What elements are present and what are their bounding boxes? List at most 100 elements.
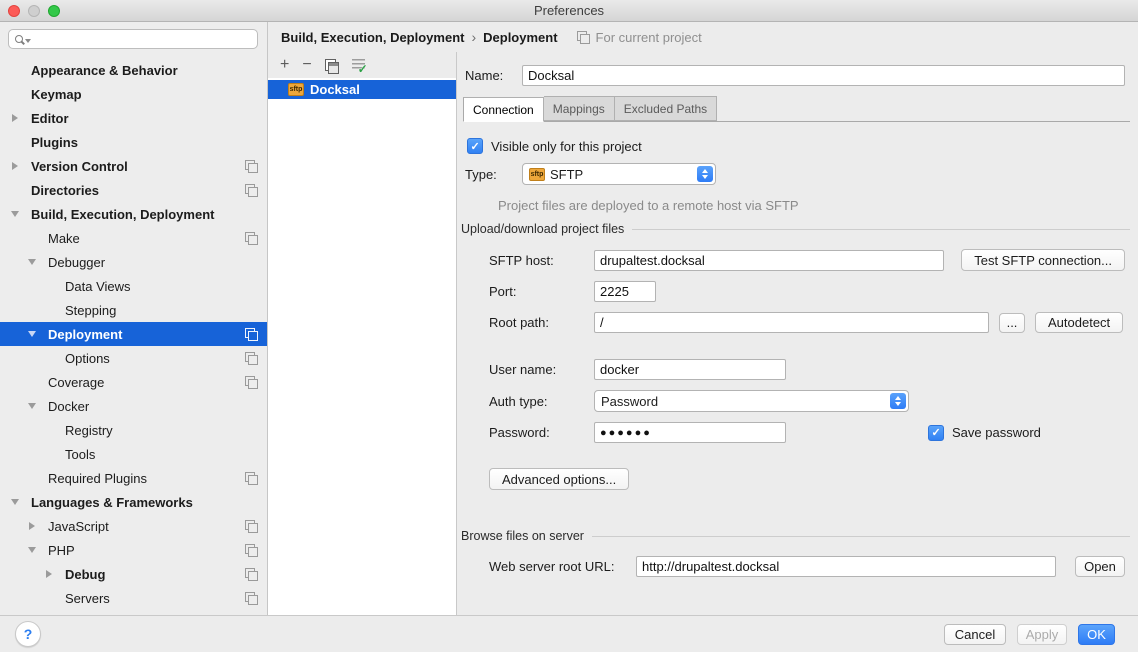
copy-server-button[interactable] bbox=[325, 59, 338, 72]
sidebar-item-stepping[interactable]: Stepping bbox=[0, 298, 267, 322]
tab-excluded-paths[interactable]: Excluded Paths bbox=[615, 96, 717, 121]
name-label: Name: bbox=[465, 68, 522, 83]
sidebar-item-label: Registry bbox=[65, 423, 113, 438]
chevron-down-icon[interactable] bbox=[27, 547, 48, 553]
sidebar-item-keymap[interactable]: Keymap bbox=[0, 82, 267, 106]
section-divider bbox=[592, 536, 1130, 537]
sidebar-item-javascript[interactable]: JavaScript bbox=[0, 514, 267, 538]
save-password-checkbox[interactable] bbox=[928, 425, 944, 441]
add-server-button[interactable]: + bbox=[280, 58, 289, 72]
per-project-icon bbox=[245, 592, 258, 605]
sidebar-item-appearance-behavior[interactable]: Appearance & Behavior bbox=[0, 58, 267, 82]
root-path-field[interactable] bbox=[594, 312, 989, 333]
sidebar-item-deployment[interactable]: Deployment bbox=[0, 322, 267, 346]
search-filter-caret-icon[interactable] bbox=[25, 39, 31, 43]
root-path-browse-button[interactable]: ... bbox=[999, 313, 1025, 333]
sidebar-item-php[interactable]: PHP bbox=[0, 538, 267, 562]
breadcrumb-item-build-execution-deployment[interactable]: Build, Execution, Deployment bbox=[281, 30, 464, 45]
minimize-button[interactable] bbox=[28, 5, 40, 17]
cancel-button[interactable]: Cancel bbox=[944, 624, 1006, 645]
search-input[interactable] bbox=[33, 31, 257, 47]
sidebar-item-label: Docker bbox=[48, 399, 89, 414]
remove-server-button[interactable]: − bbox=[302, 58, 311, 72]
sidebar-item-servers[interactable]: Servers bbox=[0, 586, 267, 610]
auth-type-value: Password bbox=[601, 394, 658, 409]
main-area: Appearance & Behavior KeymapEditor Plugins… bbox=[0, 22, 1138, 615]
sftp-icon: sftp bbox=[529, 168, 545, 181]
breadcrumb-item-deployment[interactable]: Deployment bbox=[483, 30, 557, 45]
server-item-docksal[interactable]: sftpDocksal bbox=[268, 80, 456, 99]
sidebar-item-registry[interactable]: Registry bbox=[0, 418, 267, 442]
chevron-down-icon[interactable] bbox=[10, 499, 31, 505]
sidebar-item-label: Appearance & Behavior bbox=[31, 63, 178, 78]
settings-search-box[interactable] bbox=[8, 29, 258, 49]
sftp-host-field[interactable] bbox=[594, 250, 944, 271]
advanced-options-button[interactable]: Advanced options... bbox=[489, 468, 629, 490]
open-button[interactable]: Open bbox=[1075, 556, 1125, 577]
visible-only-checkbox[interactable] bbox=[467, 138, 483, 154]
sidebar-item-label: Build, Execution, Deployment bbox=[31, 207, 214, 222]
name-field[interactable] bbox=[522, 65, 1125, 86]
chevron-right-icon[interactable] bbox=[10, 114, 31, 122]
autodetect-button[interactable]: Autodetect bbox=[1035, 312, 1123, 333]
type-dropdown[interactable]: sftp SFTP bbox=[522, 163, 716, 185]
sidebar-item-directories[interactable]: Directories bbox=[0, 178, 267, 202]
search-icon bbox=[15, 35, 23, 43]
breadcrumb-separator: › bbox=[471, 29, 476, 45]
sidebar-item-version-control[interactable]: Version Control bbox=[0, 154, 267, 178]
dropdown-stepper-icon bbox=[697, 166, 713, 182]
chevron-down-icon[interactable] bbox=[27, 259, 48, 265]
apply-button[interactable]: Apply bbox=[1017, 624, 1067, 645]
sidebar-item-label: Stepping bbox=[65, 303, 116, 318]
port-field[interactable] bbox=[594, 281, 656, 302]
user-name-field[interactable] bbox=[594, 359, 786, 380]
sidebar-item-languages-frameworks[interactable]: Languages & Frameworks bbox=[0, 490, 267, 514]
sidebar-item-make[interactable]: Make bbox=[0, 226, 267, 250]
web-root-url-label: Web server root URL: bbox=[489, 559, 636, 574]
zoom-button[interactable] bbox=[48, 5, 60, 17]
sftp-host-label: SFTP host: bbox=[489, 253, 594, 268]
ok-button[interactable]: OK bbox=[1078, 624, 1115, 645]
chevron-right-icon[interactable] bbox=[27, 522, 48, 530]
settings-tabs: ConnectionMappingsExcluded Paths bbox=[463, 96, 1130, 122]
web-root-url-field[interactable] bbox=[636, 556, 1056, 577]
sidebar-item-data-views[interactable]: Data Views bbox=[0, 274, 267, 298]
sidebar-item-label: Required Plugins bbox=[48, 471, 147, 486]
chevron-right-icon[interactable] bbox=[10, 162, 31, 170]
tab-mappings[interactable]: Mappings bbox=[544, 96, 615, 121]
sidebar-item-tools[interactable]: Tools bbox=[0, 442, 267, 466]
help-button[interactable]: ? bbox=[15, 621, 41, 647]
sidebar-item-required-plugins[interactable]: Required Plugins bbox=[0, 466, 267, 490]
sidebar-item-options[interactable]: Options bbox=[0, 346, 267, 370]
per-project-icon bbox=[245, 328, 258, 341]
server-list: sftpDocksal bbox=[268, 78, 456, 615]
sidebar-item-label: Make bbox=[48, 231, 80, 246]
use-as-default-button[interactable] bbox=[351, 59, 366, 72]
sidebar-item-coverage[interactable]: Coverage bbox=[0, 370, 267, 394]
sidebar-item-build-execution-deployment[interactable]: Build, Execution, Deployment bbox=[0, 202, 267, 226]
port-label: Port: bbox=[489, 284, 594, 299]
sidebar-item-docker[interactable]: Docker bbox=[0, 394, 267, 418]
chevron-down-icon[interactable] bbox=[27, 331, 48, 337]
sidebar-item-debugger[interactable]: Debugger bbox=[0, 250, 267, 274]
sidebar-item-label: Languages & Frameworks bbox=[31, 495, 193, 510]
upload-section-title: Upload/download project files bbox=[461, 222, 624, 236]
chevron-down-icon[interactable] bbox=[10, 211, 31, 217]
title-bar: Preferences bbox=[0, 0, 1138, 22]
tab-connection[interactable]: Connection bbox=[463, 97, 544, 122]
sidebar-item-label: Servers bbox=[65, 591, 110, 606]
sidebar-item-plugins[interactable]: Plugins bbox=[0, 130, 267, 154]
auth-type-dropdown[interactable]: Password bbox=[594, 390, 909, 412]
password-field[interactable] bbox=[594, 422, 786, 443]
chevron-down-icon[interactable] bbox=[27, 403, 48, 409]
type-value: SFTP bbox=[550, 167, 583, 182]
sidebar-item-label: Plugins bbox=[31, 135, 78, 150]
per-project-icon bbox=[245, 376, 258, 389]
deployment-form: Name: ConnectionMappingsExcluded Paths V… bbox=[457, 52, 1138, 615]
auth-type-label: Auth type: bbox=[489, 394, 594, 409]
sidebar-item-debug[interactable]: Debug bbox=[0, 562, 267, 586]
sidebar-item-editor[interactable]: Editor bbox=[0, 106, 267, 130]
chevron-right-icon[interactable] bbox=[44, 570, 65, 578]
test-sftp-connection-button[interactable]: Test SFTP connection... bbox=[961, 249, 1125, 271]
close-button[interactable] bbox=[8, 5, 20, 17]
